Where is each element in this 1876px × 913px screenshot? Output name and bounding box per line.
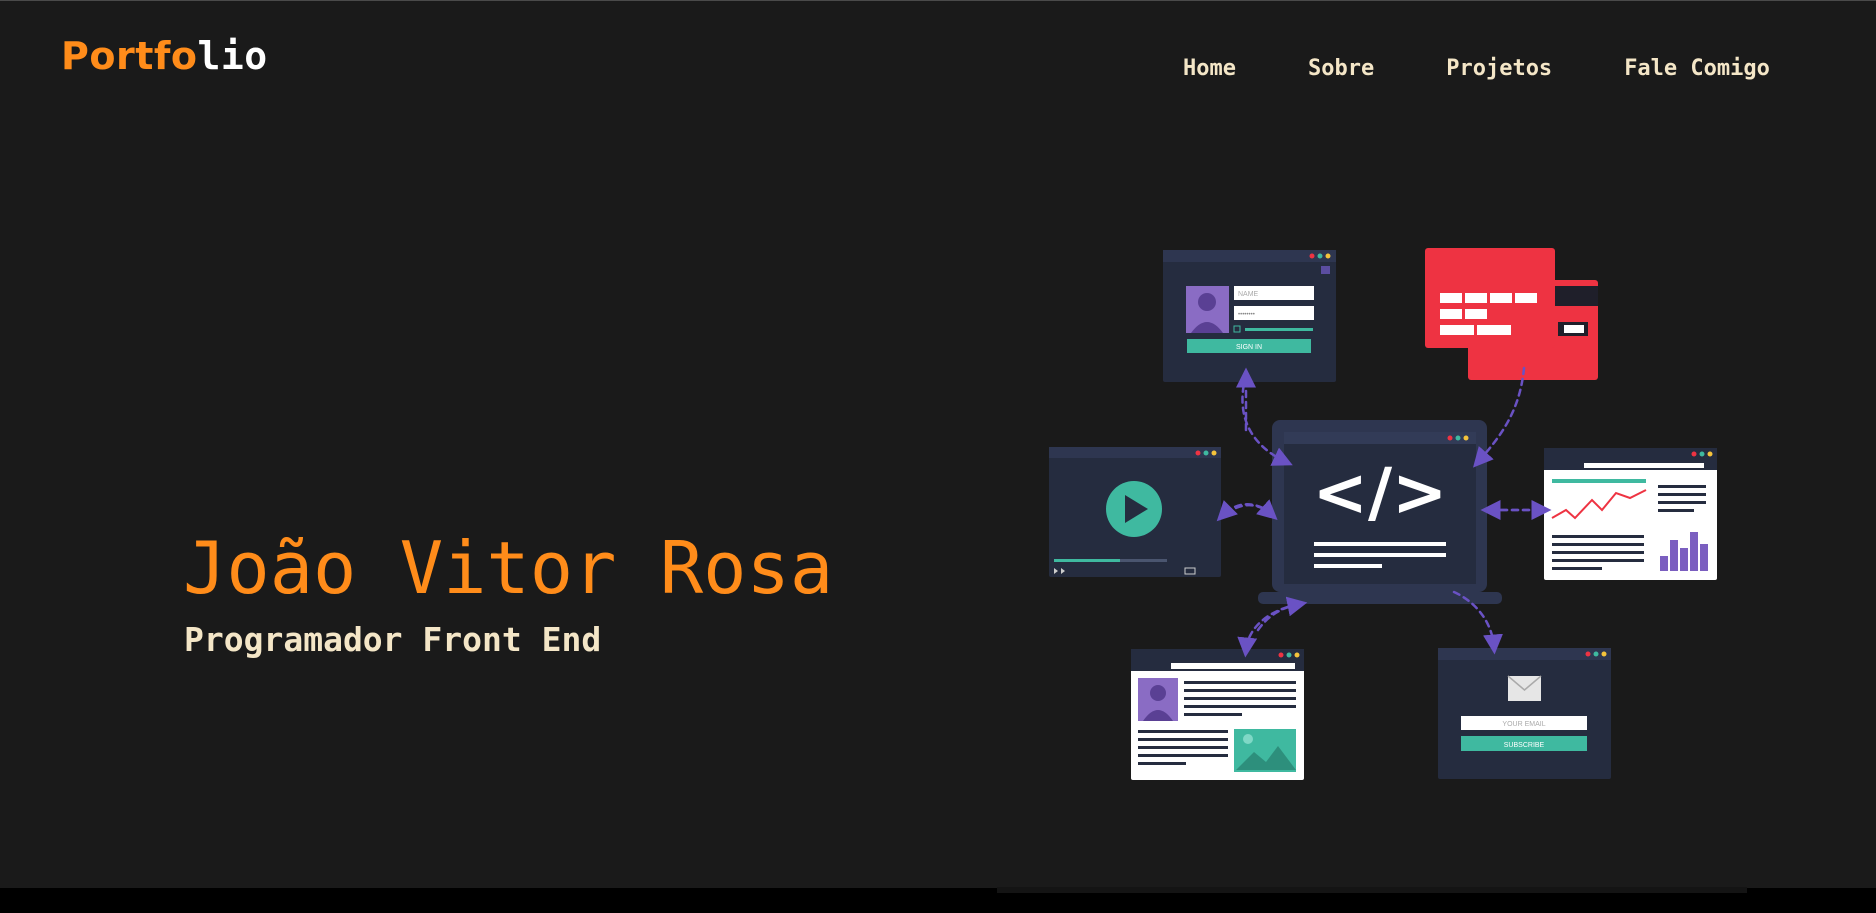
login-name-placeholder: NAME xyxy=(1238,291,1259,298)
credit-card-icon xyxy=(1425,248,1598,380)
web-development-illustration: NAME •••••••• SIGN IN </> YOUR EMAIL SUB… xyxy=(1049,248,1717,780)
top-border xyxy=(0,0,1876,1)
footer-bar-accent xyxy=(997,887,1747,893)
logo-rest-text: lio xyxy=(197,34,268,78)
code-symbol-text: </> xyxy=(1313,454,1448,531)
newsletter-email-placeholder: YOUR EMAIL xyxy=(1502,721,1545,728)
hero-role: Programador Front End xyxy=(184,620,602,659)
login-window: NAME •••••••• SIGN IN xyxy=(1163,250,1336,382)
nav-home-link[interactable]: Home xyxy=(1183,56,1236,81)
analytics-window xyxy=(1544,448,1717,580)
video-player-window xyxy=(1049,447,1221,577)
nav-fale-comigo-link[interactable]: Fale Comigo xyxy=(1624,56,1770,81)
login-signin-label: SIGN IN xyxy=(1236,344,1262,351)
login-password-placeholder: •••••••• xyxy=(1238,312,1255,318)
main-nav: Home Sobre Projetos Fale Comigo xyxy=(1183,56,1770,81)
hero-name: João Vitor Rosa xyxy=(183,526,834,610)
site-logo[interactable]: Portfolio xyxy=(61,34,268,78)
newsletter-window: YOUR EMAIL SUBSCRIBE xyxy=(1438,648,1611,779)
laptop-code-icon: </> xyxy=(1258,420,1502,604)
nav-projetos-link[interactable]: Projetos xyxy=(1446,56,1552,81)
logo-accent-text: Portfo xyxy=(61,34,198,78)
newsletter-subscribe-label: SUBSCRIBE xyxy=(1504,742,1545,749)
nav-sobre-link[interactable]: Sobre xyxy=(1308,56,1374,81)
profile-window xyxy=(1131,649,1304,780)
